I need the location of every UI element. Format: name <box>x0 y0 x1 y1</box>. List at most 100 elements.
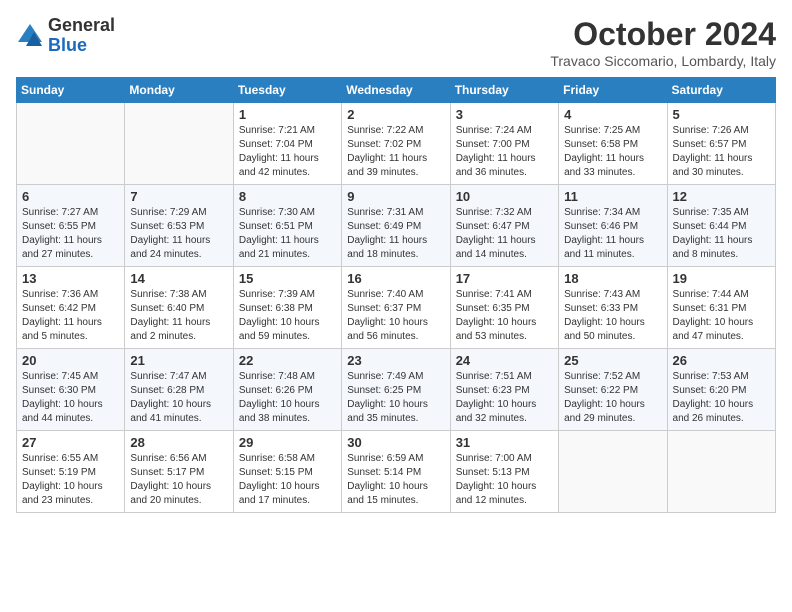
calendar-day-cell: 6 Sunrise: 7:27 AM Sunset: 6:55 PM Daylig… <box>17 185 125 267</box>
calendar-week-row: 13 Sunrise: 7:36 AM Sunset: 6:42 PM Dayli… <box>17 267 776 349</box>
calendar-day-cell: 22 Sunrise: 7:48 AM Sunset: 6:26 PM Dayli… <box>233 349 341 431</box>
day-info: Sunrise: 7:34 AM Sunset: 6:46 PM Dayligh… <box>564 206 661 262</box>
calendar-day-cell: 21Sunrise: 7:47 AM Sunset: 6:28 PM Dayli… <box>125 349 233 431</box>
calendar-day-cell: 15Sunrise: 7:39 AM Sunset: 6:38 PM Dayli… <box>233 267 341 349</box>
day-number: 3 <box>456 107 553 122</box>
day-number: 8 <box>239 189 336 204</box>
weekday-header: Monday <box>125 78 233 103</box>
calendar-week-row: 6 Sunrise: 7:27 AM Sunset: 6:55 PM Daylig… <box>17 185 776 267</box>
day-number: 25 <box>564 353 661 368</box>
day-number: 6 <box>22 189 119 204</box>
day-info: Sunrise: 7:30 AM Sunset: 6:51 PM Dayligh… <box>239 206 336 262</box>
calendar-day-cell: 19 Sunrise: 7:44 AM Sunset: 6:31 PM Dayli… <box>667 267 775 349</box>
calendar-day-cell: 24 Sunrise: 7:51 AM Sunset: 6:23 PM Dayli… <box>450 349 558 431</box>
calendar-day-cell: 4Sunrise: 7:25 AM Sunset: 6:58 PM Daylig… <box>559 103 667 185</box>
calendar-day-cell: 26 Sunrise: 7:53 AM Sunset: 6:20 PM Dayli… <box>667 349 775 431</box>
day-info: Sunrise: 7:26 AM Sunset: 6:57 PM Dayligh… <box>673 124 770 180</box>
day-info: Sunrise: 6:58 AM Sunset: 5:15 PM Dayligh… <box>239 452 336 508</box>
calendar-day-cell: 8 Sunrise: 7:30 AM Sunset: 6:51 PM Daylig… <box>233 185 341 267</box>
day-number: 12 <box>673 189 770 204</box>
day-number: 18 <box>564 271 661 286</box>
day-number: 24 <box>456 353 553 368</box>
day-number: 5 <box>673 107 770 122</box>
day-number: 26 <box>673 353 770 368</box>
day-number: 28 <box>130 435 227 450</box>
day-number: 10 <box>456 189 553 204</box>
day-number: 14 <box>130 271 227 286</box>
calendar-day-cell: 17 Sunrise: 7:41 AM Sunset: 6:35 PM Dayli… <box>450 267 558 349</box>
day-number: 19 <box>673 271 770 286</box>
day-info: Sunrise: 6:55 AM Sunset: 5:19 PM Dayligh… <box>22 452 119 508</box>
calendar-day-cell: 16Sunrise: 7:40 AM Sunset: 6:37 PM Dayli… <box>342 267 450 349</box>
day-info: Sunrise: 7:44 AM Sunset: 6:31 PM Dayligh… <box>673 288 770 344</box>
day-number: 23 <box>347 353 444 368</box>
day-info: Sunrise: 7:52 AM Sunset: 6:22 PM Dayligh… <box>564 370 661 426</box>
calendar-day-cell: 13 Sunrise: 7:36 AM Sunset: 6:42 PM Dayli… <box>17 267 125 349</box>
logo: General Blue <box>16 16 115 56</box>
day-number: 31 <box>456 435 553 450</box>
logo-blue-text: Blue <box>48 36 115 56</box>
calendar-week-row: 27 Sunrise: 6:55 AM Sunset: 5:19 PM Dayli… <box>17 431 776 513</box>
day-number: 21 <box>130 353 227 368</box>
calendar-table: SundayMondayTuesdayWednesdayThursdayFrid… <box>16 77 776 513</box>
day-info: Sunrise: 7:27 AM Sunset: 6:55 PM Dayligh… <box>22 206 119 262</box>
month-title: October 2024 <box>550 16 776 53</box>
weekday-header: Saturday <box>667 78 775 103</box>
title-block: October 2024 Travaco Siccomario, Lombard… <box>550 16 776 69</box>
day-info: Sunrise: 7:36 AM Sunset: 6:42 PM Dayligh… <box>22 288 119 344</box>
calendar-day-cell: 31 Sunrise: 7:00 AM Sunset: 5:13 PM Dayli… <box>450 431 558 513</box>
day-info: Sunrise: 6:59 AM Sunset: 5:14 PM Dayligh… <box>347 452 444 508</box>
day-info: Sunrise: 7:25 AM Sunset: 6:58 PM Dayligh… <box>564 124 661 180</box>
day-number: 29 <box>239 435 336 450</box>
day-number: 16 <box>347 271 444 286</box>
calendar-day-cell: 18Sunrise: 7:43 AM Sunset: 6:33 PM Dayli… <box>559 267 667 349</box>
calendar-day-cell <box>17 103 125 185</box>
day-info: Sunrise: 7:51 AM Sunset: 6:23 PM Dayligh… <box>456 370 553 426</box>
day-info: Sunrise: 7:21 AM Sunset: 7:04 PM Dayligh… <box>239 124 336 180</box>
calendar-day-cell: 2 Sunrise: 7:22 AM Sunset: 7:02 PM Daylig… <box>342 103 450 185</box>
logo-icon <box>16 22 44 50</box>
calendar-day-cell: 29 Sunrise: 6:58 AM Sunset: 5:15 PM Dayli… <box>233 431 341 513</box>
calendar-week-row: 1Sunrise: 7:21 AM Sunset: 7:04 PM Daylig… <box>17 103 776 185</box>
day-info: Sunrise: 7:35 AM Sunset: 6:44 PM Dayligh… <box>673 206 770 262</box>
calendar-day-cell: 14 Sunrise: 7:38 AM Sunset: 6:40 PM Dayli… <box>125 267 233 349</box>
day-info: Sunrise: 7:22 AM Sunset: 7:02 PM Dayligh… <box>347 124 444 180</box>
calendar-day-cell: 28Sunrise: 6:56 AM Sunset: 5:17 PM Dayli… <box>125 431 233 513</box>
day-info: Sunrise: 7:39 AM Sunset: 6:38 PM Dayligh… <box>239 288 336 344</box>
calendar-day-cell: 20Sunrise: 7:45 AM Sunset: 6:30 PM Dayli… <box>17 349 125 431</box>
calendar-day-cell: 25 Sunrise: 7:52 AM Sunset: 6:22 PM Dayli… <box>559 349 667 431</box>
day-number: 22 <box>239 353 336 368</box>
day-info: Sunrise: 7:48 AM Sunset: 6:26 PM Dayligh… <box>239 370 336 426</box>
day-number: 30 <box>347 435 444 450</box>
day-info: Sunrise: 7:41 AM Sunset: 6:35 PM Dayligh… <box>456 288 553 344</box>
day-number: 7 <box>130 189 227 204</box>
calendar-day-cell: 10 Sunrise: 7:32 AM Sunset: 6:47 PM Dayli… <box>450 185 558 267</box>
day-number: 2 <box>347 107 444 122</box>
day-info: Sunrise: 7:38 AM Sunset: 6:40 PM Dayligh… <box>130 288 227 344</box>
calendar-day-cell: 23 Sunrise: 7:49 AM Sunset: 6:25 PM Dayli… <box>342 349 450 431</box>
day-info: Sunrise: 7:00 AM Sunset: 5:13 PM Dayligh… <box>456 452 553 508</box>
weekday-header: Sunday <box>17 78 125 103</box>
weekday-header: Thursday <box>450 78 558 103</box>
day-info: Sunrise: 7:49 AM Sunset: 6:25 PM Dayligh… <box>347 370 444 426</box>
day-number: 17 <box>456 271 553 286</box>
weekday-header: Wednesday <box>342 78 450 103</box>
page-header: General Blue October 2024 Travaco Siccom… <box>16 16 776 69</box>
calendar-day-cell <box>559 431 667 513</box>
calendar-day-cell: 5 Sunrise: 7:26 AM Sunset: 6:57 PM Daylig… <box>667 103 775 185</box>
day-info: Sunrise: 7:29 AM Sunset: 6:53 PM Dayligh… <box>130 206 227 262</box>
calendar-day-cell: 27 Sunrise: 6:55 AM Sunset: 5:19 PM Dayli… <box>17 431 125 513</box>
location-subtitle: Travaco Siccomario, Lombardy, Italy <box>550 53 776 69</box>
calendar-day-cell: 11Sunrise: 7:34 AM Sunset: 6:46 PM Dayli… <box>559 185 667 267</box>
calendar-day-cell: 12 Sunrise: 7:35 AM Sunset: 6:44 PM Dayli… <box>667 185 775 267</box>
weekday-header: Tuesday <box>233 78 341 103</box>
day-info: Sunrise: 7:32 AM Sunset: 6:47 PM Dayligh… <box>456 206 553 262</box>
calendar-week-row: 20Sunrise: 7:45 AM Sunset: 6:30 PM Dayli… <box>17 349 776 431</box>
day-info: Sunrise: 7:24 AM Sunset: 7:00 PM Dayligh… <box>456 124 553 180</box>
weekday-header: Friday <box>559 78 667 103</box>
calendar-day-cell: 1Sunrise: 7:21 AM Sunset: 7:04 PM Daylig… <box>233 103 341 185</box>
day-number: 27 <box>22 435 119 450</box>
calendar-day-cell: 9Sunrise: 7:31 AM Sunset: 6:49 PM Daylig… <box>342 185 450 267</box>
day-info: Sunrise: 7:53 AM Sunset: 6:20 PM Dayligh… <box>673 370 770 426</box>
day-number: 13 <box>22 271 119 286</box>
